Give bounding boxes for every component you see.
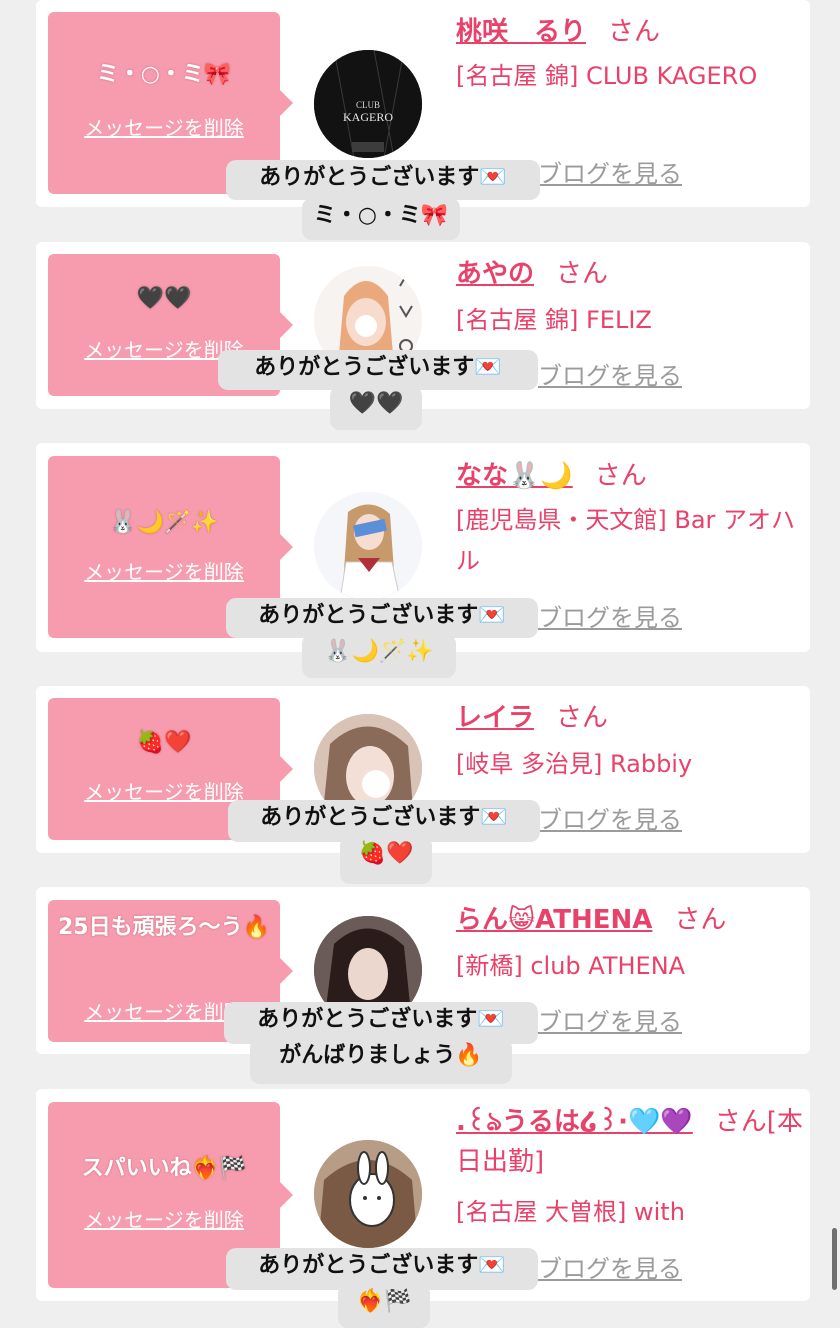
avatar-image: CLUB KAGERO xyxy=(314,50,422,158)
delete-message-link[interactable]: メッセージを削除 xyxy=(48,1206,280,1234)
bubble-message: ミ・○・ミ🎀 xyxy=(96,62,232,87)
avatar-image xyxy=(314,492,422,600)
shop-info: [名古屋 錦] FELIZ xyxy=(456,306,652,334)
reply-tooltip-line: ありがとうございます💌 xyxy=(218,350,538,390)
cast-name-link[interactable]: らん😸ATHENA xyxy=(456,905,652,935)
view-blog-link[interactable]: ブログを見る xyxy=(538,159,682,189)
shop-info: [岐阜 多治見] Rabbiy xyxy=(456,750,693,778)
cast-name-line: なな🐰🌙 さん xyxy=(456,456,806,496)
bubble-message: 🍓❤️ xyxy=(136,730,192,755)
view-blog-link[interactable]: ブログを見る xyxy=(538,361,682,391)
bubble-message: 🐰🌙🪄✨ xyxy=(109,510,219,535)
bubble-message: スパいいね❤️‍🔥🏁 xyxy=(81,1156,247,1181)
reply-tooltip-line: 🍓❤️ xyxy=(340,836,432,884)
honorific: さん xyxy=(674,905,727,935)
cast-name-line: .꒰ঌうるは໒꒱·🩵💜 さん[本日出勤] xyxy=(456,1102,806,1182)
cast-name-line: レイラ さん xyxy=(456,698,806,738)
reply-tooltip-line: 🐰🌙🪄✨ xyxy=(302,634,456,678)
honorific: さん xyxy=(556,259,609,289)
honorific: さん xyxy=(608,17,661,47)
view-blog-link[interactable]: ブログを見る xyxy=(538,1254,682,1284)
view-blog-link[interactable]: ブログを見る xyxy=(538,603,682,633)
scrollbar[interactable] xyxy=(832,1228,837,1290)
reply-tooltip-line: ミ・○・ミ🎀 xyxy=(302,198,460,240)
reply-tooltip-line: ありがとうございます💌 xyxy=(226,598,538,638)
honorific: さん xyxy=(594,461,647,491)
shop-info: [名古屋 錦] CLUB KAGERO xyxy=(456,62,758,90)
view-blog-link[interactable]: ブログを見る xyxy=(538,1007,682,1037)
shop-info: [鹿児島県・天文館] Bar アオハル xyxy=(456,506,796,575)
cast-name-link[interactable]: 桃咲 るり xyxy=(456,17,586,47)
bubble-message: 25日も頑張ろ〜う🔥 xyxy=(57,915,270,940)
reply-tooltip-line: ❤️‍🔥🏁 xyxy=(338,1284,430,1328)
shop-info: [名古屋 大曽根] with xyxy=(456,1198,685,1226)
cast-name-link[interactable]: あやの xyxy=(456,259,534,289)
view-blog-link[interactable]: ブログを見る xyxy=(538,805,682,835)
avatar[interactable] xyxy=(314,492,422,600)
cast-name-line: らん😸ATHENA さん xyxy=(456,900,806,940)
avatar[interactable]: CLUB KAGERO xyxy=(314,50,422,158)
reply-tooltip-line: がんばりましょう🔥 xyxy=(250,1038,512,1084)
delete-message-link[interactable]: メッセージを削除 xyxy=(48,558,280,586)
delete-message-link[interactable]: メッセージを削除 xyxy=(48,114,280,142)
avatar-image xyxy=(314,1140,422,1248)
cast-name-link[interactable]: なな🐰🌙 xyxy=(456,461,573,491)
cast-name-line: あやの さん xyxy=(456,254,806,294)
honorific: さん xyxy=(556,703,609,733)
avatar-logo-text: CLUB xyxy=(356,100,380,110)
cast-name-link[interactable]: レイラ xyxy=(456,703,534,733)
bubble-message: 🖤🖤 xyxy=(136,286,192,311)
cast-name-link[interactable]: .꒰ঌうるは໒꒱·🩵💜 xyxy=(456,1107,693,1137)
reply-tooltip-line: 🖤🖤 xyxy=(330,386,422,430)
avatar-logo-text: KAGERO xyxy=(343,110,393,124)
reply-tooltip-line: ありがとうございます💌 xyxy=(226,160,540,200)
avatar[interactable] xyxy=(314,1140,422,1248)
page: { "entries": [ { "bubble_message": "ミ・○・… xyxy=(0,0,840,1328)
shop-info: [新橋] club ATHENA xyxy=(456,952,686,980)
cast-name-line: 桃咲 るり さん xyxy=(456,12,806,52)
